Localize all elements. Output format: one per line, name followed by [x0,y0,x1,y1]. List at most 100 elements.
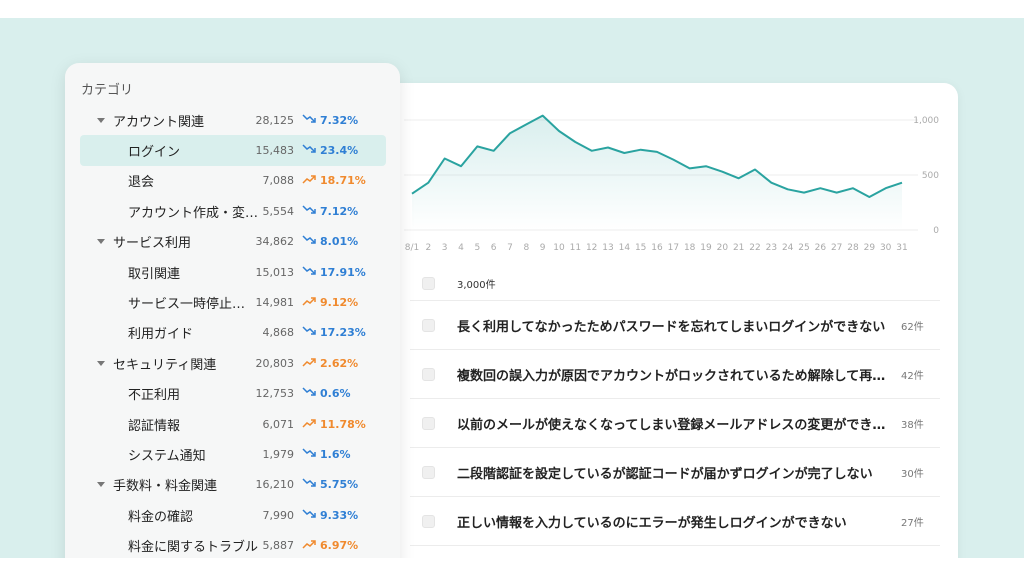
x-tick-label: 16 [651,243,663,253]
row-checkbox[interactable] [422,465,435,479]
category-name: システム通知 [128,448,206,464]
category-name: セキュリティ関連 [113,357,217,373]
x-tick-label: 13 [602,243,613,253]
list-item[interactable]: 複数回の誤入力が原因でアカウントがロックされているため解除して再… 42件 [410,350,940,399]
category-item[interactable]: 退会 7,088 18.71% [80,166,386,196]
category-count: 1,979 [262,447,295,461]
category-count: 4,868 [262,326,295,340]
x-tick-label: 24 [782,243,794,253]
y-tick-label: 500 [922,171,939,181]
category-item[interactable]: 料金の確認 7,990 9.33% [80,500,386,530]
category-item[interactable]: サービス利用 34,862 8.01% [80,227,386,257]
x-tick-label: 29 [864,243,876,253]
list-item-count: 27件 [901,517,924,529]
y-tick-label: 1,000 [913,116,939,126]
category-trend: 7.12% [302,205,358,218]
row-checkbox[interactable] [422,367,435,381]
category-name: 手数料・料金関連 [113,479,218,495]
category-name: アカウント関連 [113,114,205,130]
category-count: 15,483 [255,144,295,158]
caret-down-icon[interactable] [97,360,105,366]
category-name: 不正利用 [128,388,181,404]
category-count: 14,981 [255,296,295,310]
x-tick-label: 10 [553,243,565,253]
row-checkbox[interactable] [422,318,435,332]
category-item[interactable]: 料金に関するトラブル 5,887 6.97% [80,530,386,558]
trend-up-icon [302,418,316,431]
select-all-checkbox[interactable] [422,277,435,290]
category-trend-value: 1.6% [320,447,351,461]
category-trend: 7.32% [302,114,358,127]
category-count: 7,990 [262,508,295,522]
x-tick-label: 28 [847,243,859,253]
trend-up-icon [302,357,316,370]
category-trend-value: 0.6% [320,387,351,401]
category-item[interactable]: アカウント作成・変… 5,554 7.12% [80,196,386,226]
x-tick-label: 22 [749,243,760,253]
category-tree: アカウント関連 28,125 7.32% ログイン 15,483 23.4% 退会 7,088… [80,105,386,558]
x-tick-label: 27 [831,243,842,253]
category-item[interactable]: 取引関連 15,013 17.91% [80,257,386,287]
y-tick-label: 0 [933,226,939,236]
background: 1,000 500 0 8/1 2 3 4 5 6 7 8 9 10 11 12 13 14 15 16 17 18 19… [0,18,1024,558]
category-count: 12,753 [255,387,295,401]
category-item[interactable]: システム通知 1,979 1.6% [80,439,386,469]
category-item[interactable]: 不正利用 12,753 0.6% [80,379,386,409]
list-item-text: 以前のメールが使えなくなってしまい登録メールアドレスの変更ができ… [457,417,886,433]
category-name: ログイン [128,145,181,161]
category-item[interactable]: セキュリティ関連 20,803 2.62% [80,348,386,378]
row-checkbox[interactable] [422,514,435,528]
list-item[interactable]: 正しい情報を入力しているのにエラーが発生しログインができない 27件 [410,497,940,546]
category-trend: 0.6% [302,387,351,400]
list-item[interactable]: 二段階認証を設定しているが認証コードが届かずログインが完了しない 30件 [410,448,940,497]
list-item-text: 正しい情報を入力しているのにエラーが発生しログインができない [457,515,847,531]
category-trend-value: 8.01% [320,235,359,249]
list-item[interactable]: 以前のメールが使えなくなってしまい登録メールアドレスの変更ができ… 38件 [410,399,940,448]
category-trend-value: 9.12% [320,296,359,310]
category-trend: 18.71% [302,174,366,187]
trend-down-icon [302,144,316,157]
x-tick-label: 26 [815,243,827,253]
list-item-text: 二段階認証を設定しているが認証コードが届かずログインが完了しない [457,466,873,482]
category-trend-value: 17.23% [320,326,366,340]
category-item[interactable]: サービス一時停止… 14,981 9.12% [80,287,386,317]
category-panel-title: カテゴリ [81,83,134,98]
x-tick-label: 21 [733,243,744,253]
trend-down-icon [302,205,316,218]
category-count: 15,013 [255,265,295,279]
category-trend: 6.97% [302,539,358,552]
category-item[interactable]: 認証情報 6,071 11.78% [80,409,386,439]
category-trend-value: 7.12% [320,204,359,218]
category-trend-value: 11.78% [320,417,366,431]
row-checkbox[interactable] [422,416,435,430]
category-item[interactable]: ログイン 15,483 23.4% [80,135,386,166]
category-item[interactable]: アカウント関連 28,125 7.32% [80,105,386,135]
category-item[interactable]: 手数料・料金関連 16,210 5.75% [80,470,386,500]
trend-down-icon [302,326,316,339]
category-item[interactable]: 利用ガイド 4,868 17.23% [80,318,386,348]
trend-up-icon [302,296,316,309]
category-trend-value: 18.71% [320,174,366,188]
caret-down-icon[interactable] [97,239,105,245]
category-name: 料金に関するトラブル [128,540,259,556]
category-count: 16,210 [255,478,295,492]
category-trend: 11.78% [302,418,366,431]
category-trend: 17.91% [302,266,366,279]
category-name: 料金の確認 [128,509,194,525]
trend-down-icon [302,235,316,248]
caret-down-icon[interactable] [97,482,105,488]
category-trend-value: 9.33% [320,508,359,522]
category-name: 退会 [128,175,155,191]
list-item[interactable]: 長く利用してなかったためパスワードを忘れてしまいログインができない 62件 [410,301,940,350]
category-trend-value: 23.4% [320,144,359,158]
list-item-count: 30件 [901,468,924,480]
caret-down-icon[interactable] [97,117,105,123]
category-count: 20,803 [255,356,295,370]
trend-down-icon [302,509,316,522]
list-item-text: 長く利用してなかったためパスワードを忘れてしまいログインができない [457,319,886,335]
x-tick-label: 2 [425,243,431,253]
category-trend-value: 17.91% [320,265,366,279]
x-tick-label: 19 [700,243,712,253]
x-tick-label: 9 [540,243,546,253]
trend-down-icon [302,266,316,279]
